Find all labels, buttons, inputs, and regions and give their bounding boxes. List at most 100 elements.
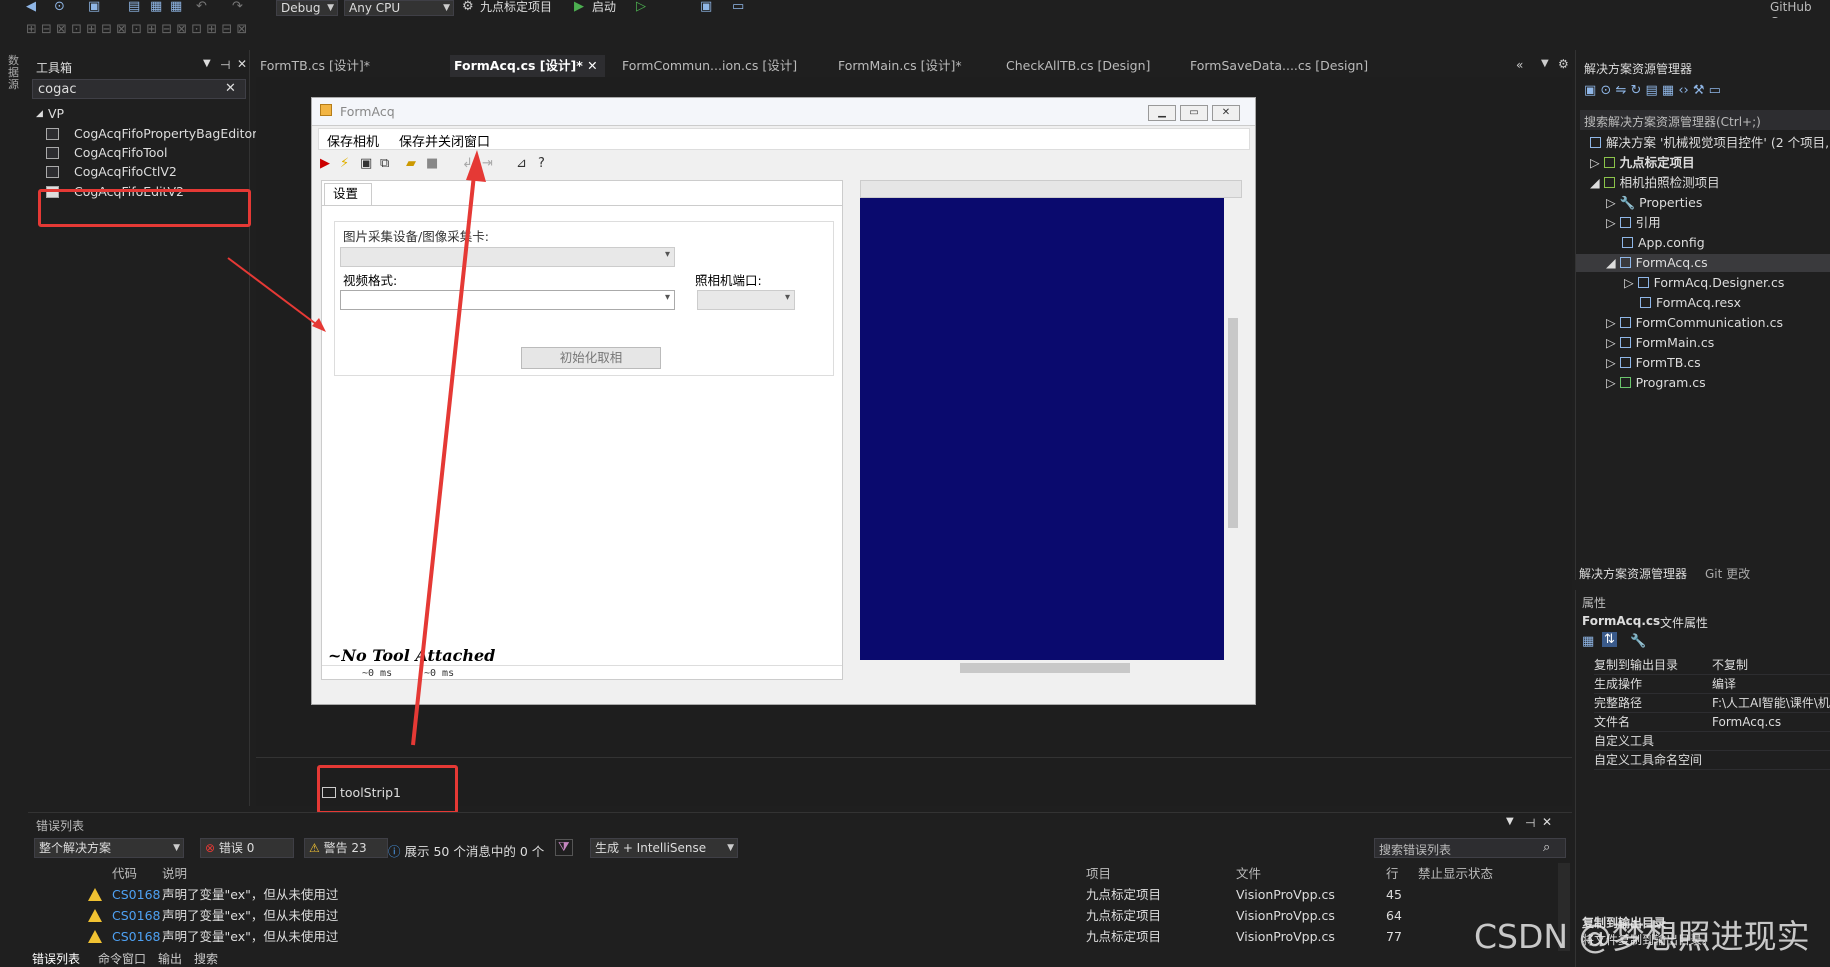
property-value[interactable]: 不复制 [1712,656,1748,675]
tab-search[interactable]: 搜索 [194,950,218,967]
tree-item-properties[interactable]: ▷ 🔧 Properties [1606,194,1702,212]
property-value[interactable]: F:\人工AI智能\课件\机 [1712,694,1830,713]
warnings-filter-button[interactable]: ⚠ 警告 23 [304,838,388,858]
property-row[interactable]: 文件名 FormAcq.cs [1594,713,1830,732]
solution-icon [1590,137,1601,148]
messages-filter-button[interactable]: ⓘ 展示 50 个消息中的 0 个 [388,841,544,860]
error-row[interactable]: CS0168 声明了变量"ex"，但从未使用过 九点标定项目 VisionPro… [28,926,1548,947]
solution-search-input[interactable]: 搜索解决方案资源管理器(Ctrl+;) [1580,110,1830,130]
tab-git-changes[interactable]: Git 更改 [1705,565,1750,582]
build-filter-select[interactable]: 生成 + IntelliSense ▼ [590,838,738,858]
alphabetical-icon[interactable]: ⇅ [1602,632,1617,647]
error-code-link[interactable]: CS0168 [112,926,160,947]
error-description: 声明了变量"ex"，但从未使用过 [162,908,339,923]
messages-count: 展示 50 个消息中的 0 个 [404,844,545,859]
tree-item-program[interactable]: ▷ Program.cs [1606,374,1706,392]
info-icon: ⓘ [388,844,401,859]
column-suppression[interactable]: 禁止显示状态 [1418,863,1493,884]
error-row[interactable]: CS0168 声明了变量"ex"，但从未使用过 九点标定项目 VisionPro… [28,884,1548,905]
column-code[interactable]: 代码 [112,863,137,884]
pin-icon[interactable]: ⊣ [1525,816,1535,830]
tree-item-references[interactable]: ▷ 引用 [1606,214,1661,232]
properties-object-type: 文件属性 [1660,616,1709,630]
solution-bottom-tabs: 解决方案资源管理器 Git 更改 [1575,562,1830,584]
error-project: 九点标定项目 [1086,908,1162,923]
column-file[interactable]: 文件 [1236,863,1261,884]
categorized-icon[interactable]: ▦ [1582,634,1594,649]
property-row[interactable]: 自定义工具命名空间 [1594,751,1830,770]
solution-node[interactable]: 解决方案 '机械视觉项目控件' (2 个项目, [1590,134,1829,152]
project-icon [1603,177,1615,188]
properties-object: FormAcq.cs [1582,614,1661,628]
tree-item-resx[interactable]: FormAcq.resx [1640,294,1741,312]
arrow-line [411,174,476,746]
error-search-input[interactable]: 搜索错误列表 ⌕ [1374,838,1566,858]
search-icon[interactable]: ⌕ [1543,840,1550,855]
error-description: 声明了变量"ex"，但从未使用过 [162,887,339,902]
build-filter-value: 生成 + IntelliSense [595,841,707,855]
file-icon [1637,277,1649,288]
config-icon [1622,237,1633,248]
tab-solution-explorer[interactable]: 解决方案资源管理器 [1579,565,1687,582]
toolbar-icons[interactable]: ▣ ⊙ ⇋ ↻ ▤ ▦ ‹› ⚒ ▭ [1584,83,1721,98]
scope-value: 整个解决方案 [39,841,112,855]
column-description[interactable]: 说明 [162,863,187,884]
error-code-link[interactable]: CS0168 [112,905,160,926]
form-icon [1619,337,1631,348]
scope-select[interactable]: 整个解决方案 ▼ [34,838,184,858]
property-row[interactable]: 自定义工具 [1594,732,1830,751]
tree-item-formmain[interactable]: ▷ FormMain.cs [1606,334,1714,352]
tree-item-label: Program.cs [1635,375,1706,390]
property-row[interactable]: 完整路径 F:\人工AI智能\课件\机 [1594,694,1830,713]
tree-item-project[interactable]: ▷ 九点标定项目 [1590,154,1695,172]
arrow-head [466,150,486,182]
arrow-line [227,257,321,328]
filter-icon[interactable]: ⧩ [555,839,573,856]
property-name: 复制到输出目录 [1594,658,1679,672]
arrow-head [312,318,326,332]
property-name: 生成操作 [1594,677,1643,691]
tree-item-appconfig[interactable]: App.config [1622,234,1705,252]
tree-item-label: FormMain.cs [1635,335,1715,350]
warning-icon: ⚠ [309,841,320,855]
tree-item-formcommunication[interactable]: ▷ FormCommunication.cs [1606,314,1783,332]
warnings-count: 警告 23 [323,841,367,855]
references-icon [1619,217,1631,228]
error-line: 45 [1386,887,1402,902]
wrench-icon[interactable]: 🔧 [1630,634,1646,649]
error-project: 九点标定项目 [1086,887,1162,902]
error-code-link[interactable]: CS0168 [112,884,160,905]
error-list-panel: 错误列表 ▼ ⊣ ✕ 整个解决方案 ▼ ⊗ 错误 0 ⚠ 警告 23 ⓘ 展示 5… [28,812,1572,967]
error-line: 64 [1386,908,1402,923]
dropdown-icon[interactable]: ▼ [1506,816,1514,827]
error-file: VisionProVpp.cs [1236,887,1335,902]
tree-item-label: 相机拍照检测项目 [1619,175,1720,190]
error-project: 九点标定项目 [1086,929,1162,944]
tree-item-label: App.config [1638,235,1705,250]
tree-item-designer[interactable]: ▷ FormAcq.Designer.cs [1624,274,1784,292]
column-line[interactable]: 行 [1386,863,1399,884]
errors-filter-button[interactable]: ⊗ 错误 0 [200,838,294,858]
tree-item-formtb[interactable]: ▷ FormTB.cs [1606,354,1701,372]
error-row[interactable]: CS0168 声明了变量"ex"，但从未使用过 九点标定项目 VisionPro… [28,905,1548,926]
error-icon: ⊗ [205,841,216,855]
tab-output[interactable]: 输出 [158,950,182,967]
property-value[interactable]: 编译 [1712,675,1736,694]
csdn-watermark: CSDN @梦想照进现实 [1474,917,1810,956]
tree-item-label: Properties [1639,195,1703,210]
error-file: VisionProVpp.cs [1236,929,1335,944]
tree-item-project[interactable]: ◢ 相机拍照检测项目 [1590,174,1720,192]
tab-error-list[interactable]: 错误列表 [32,950,80,967]
close-icon[interactable]: ✕ [1542,815,1552,829]
property-value[interactable]: FormAcq.cs [1712,713,1781,732]
property-row[interactable]: 复制到输出目录 不复制 [1594,656,1830,675]
column-project[interactable]: 项目 [1086,863,1111,884]
error-list-title: 错误列表 [36,819,85,833]
property-row[interactable]: 生成操作 编译 [1594,675,1830,694]
wrench-icon: 🔧 [1619,195,1636,210]
tab-command-window[interactable]: 命令窗口 [98,950,146,967]
property-name: 自定义工具 [1594,734,1655,748]
error-file: VisionProVpp.cs [1236,908,1335,923]
file-icon [1640,297,1651,308]
tree-item-formacq[interactable]: ◢ FormAcq.cs [1576,254,1830,272]
